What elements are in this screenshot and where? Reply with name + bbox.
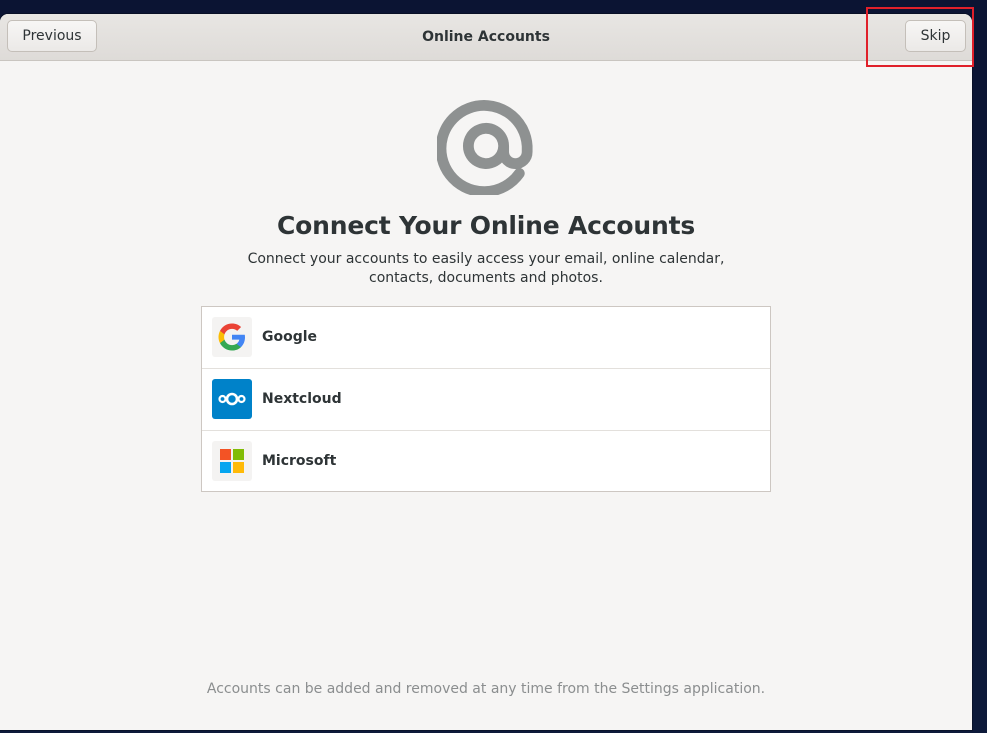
previous-button[interactable]: Previous	[7, 20, 97, 52]
at-sign-icon	[437, 100, 533, 195]
provider-list: Google Nextcloud Microsoft	[201, 306, 771, 492]
nextcloud-icon	[212, 379, 252, 419]
window-title: Online Accounts	[422, 29, 550, 45]
provider-label-nextcloud: Nextcloud	[262, 391, 342, 407]
google-icon	[212, 317, 252, 357]
desktop-background: Previous Online Accounts Skip Connect Yo…	[0, 0, 987, 733]
online-accounts-window: Previous Online Accounts Skip Connect Yo…	[0, 14, 972, 730]
provider-row-microsoft[interactable]: Microsoft	[202, 431, 770, 491]
provider-label-microsoft: Microsoft	[262, 453, 337, 469]
settings-hint-text: Accounts can be added and removed at any…	[206, 681, 766, 697]
main-content: Connect Your Online Accounts Connect you…	[0, 61, 972, 730]
provider-row-nextcloud[interactable]: Nextcloud	[202, 369, 770, 431]
provider-label-google: Google	[262, 329, 318, 345]
header-bar: Previous Online Accounts Skip	[0, 14, 972, 61]
page-description: Connect your accounts to easily access y…	[247, 251, 725, 286]
skip-button[interactable]: Skip	[905, 20, 966, 52]
provider-row-google[interactable]: Google	[202, 307, 770, 369]
page-heading: Connect Your Online Accounts	[277, 211, 695, 240]
microsoft-icon	[212, 441, 252, 481]
